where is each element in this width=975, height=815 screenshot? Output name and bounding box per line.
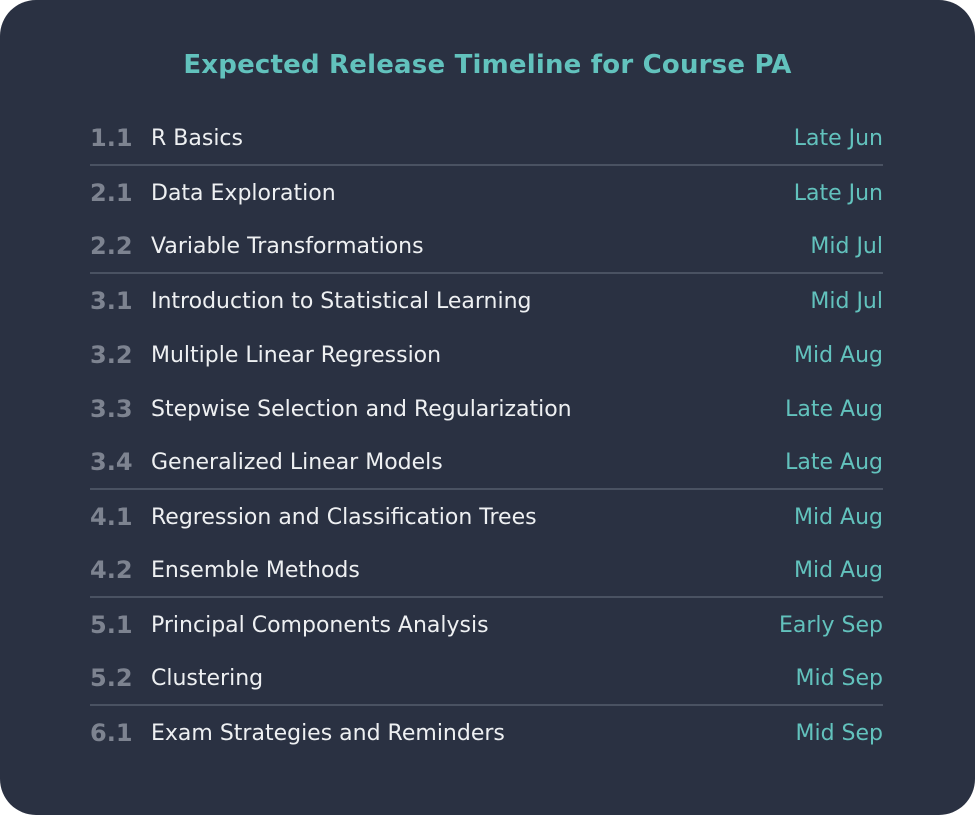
module-name: Multiple Linear Regression — [151, 342, 442, 368]
release-date: Mid Sep — [795, 720, 883, 746]
module-number: 3.1 — [90, 287, 133, 315]
module-number: 1.1 — [90, 124, 133, 152]
module-number: 3.3 — [90, 395, 133, 423]
module-number: 3.2 — [90, 341, 133, 369]
timeline-row: 6.1 Exam Strategies and Reminders Mid Sep — [90, 706, 883, 760]
module-name: R Basics — [151, 125, 243, 151]
module-number: 2.1 — [90, 179, 133, 207]
timeline-row: 5.2 Clustering Mid Sep — [90, 652, 883, 706]
module-name: Stepwise Selection and Regularization — [151, 396, 572, 422]
module-number: 4.1 — [90, 503, 133, 531]
module-number: 5.1 — [90, 611, 133, 639]
timeline-row: 4.2 Ensemble Methods Mid Aug — [90, 544, 883, 598]
timeline-row: 3.2 Multiple Linear Regression Mid Aug — [90, 328, 883, 382]
module-number: 3.4 — [90, 448, 133, 476]
timeline-row: 3.1 Introduction to Statistical Learning M… — [90, 274, 883, 328]
module-name: Variable Transformations — [151, 233, 424, 259]
module-name: Data Exploration — [151, 180, 336, 206]
timeline-list: 1.1 R Basics Late Jun 2.1 Data Exploration L… — [90, 112, 883, 760]
module-name: Regression and Classification Trees — [151, 504, 537, 530]
release-date: Mid Sep — [795, 665, 883, 691]
page-title: Expected Release Timeline for Course PA — [183, 50, 792, 80]
module-number: 4.2 — [90, 556, 133, 584]
timeline-card: Expected Release Timeline for Course PA … — [0, 0, 975, 815]
module-number: 6.1 — [90, 719, 133, 747]
timeline-row: 2.2 Variable Transformations Mid Jul — [90, 220, 883, 274]
timeline-row: 3.3 Stepwise Selection and Regularization… — [90, 382, 883, 436]
timeline-row: 2.1 Data Exploration Late Jun — [90, 166, 883, 220]
release-date: Late Jun — [793, 180, 883, 206]
timeline-row: 5.1 Principal Components Analysis Early Se… — [90, 598, 883, 652]
module-name: Generalized Linear Models — [151, 449, 443, 475]
release-date: Mid Aug — [793, 342, 883, 368]
release-date: Mid Jul — [810, 233, 883, 259]
release-date: Late Aug — [785, 449, 883, 475]
module-number: 5.2 — [90, 664, 133, 692]
module-name: Ensemble Methods — [151, 557, 360, 583]
module-number: 2.2 — [90, 232, 133, 260]
module-name: Exam Strategies and Reminders — [151, 720, 505, 746]
release-date: Late Aug — [785, 396, 883, 422]
release-date: Mid Aug — [793, 557, 883, 583]
release-date: Early Sep — [778, 612, 883, 638]
module-name: Principal Components Analysis — [151, 612, 489, 638]
module-name: Introduction to Statistical Learning — [151, 288, 532, 314]
module-name: Clustering — [151, 665, 264, 691]
release-date: Mid Jul — [810, 288, 883, 314]
release-date: Mid Aug — [793, 504, 883, 530]
timeline-row: 4.1 Regression and Classification Trees Mi… — [90, 490, 883, 544]
timeline-row: 3.4 Generalized Linear Models Late Aug — [90, 436, 883, 490]
release-date: Late Jun — [793, 125, 883, 151]
timeline-row: 1.1 R Basics Late Jun — [90, 112, 883, 166]
